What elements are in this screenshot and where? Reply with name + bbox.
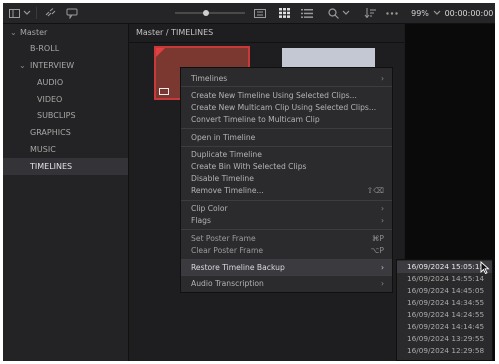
backup-item[interactable]: 16/09/2024 12:29:58 [397,345,492,357]
panel-dropdown-button[interactable] [22,6,32,20]
keyword-button[interactable] [65,6,79,20]
sort-icon [364,8,376,18]
more-options-button[interactable] [385,6,399,20]
bin-video[interactable]: VIDEO [37,92,62,108]
bin-graphics[interactable]: GRAPHICS [30,125,71,141]
panel-icon [8,8,20,18]
bin-list: ⌄ Master B-ROLL ⌄ INTERVIEW AUDIO VIDEO SU… [3,24,129,361]
ellipsis-icon [386,11,398,15]
menu-divider [181,275,392,276]
backup-item[interactable]: 16/09/2024 14:55:14 [397,273,492,285]
toolbar: 99% 00:00:00:00 [3,3,495,24]
chevron-right-icon: › [380,216,384,225]
bin-timelines[interactable]: TIMELINES [30,159,72,175]
chevron-right-icon: › [380,74,384,83]
list-view-button[interactable] [300,6,314,20]
menu-divider [181,146,392,147]
bin-audio[interactable]: AUDIO [37,75,63,91]
menu-divider [181,229,392,230]
backup-item[interactable]: 16/09/2024 14:24:55 [397,309,492,321]
menu-divider [181,128,392,129]
bin-subclips[interactable]: SUBCLIPS [37,108,76,124]
backup-item[interactable]: 16/09/2024 14:45:05 [397,285,492,297]
menu-item-audio-transcription[interactable]: Audio Transcription › [181,277,392,290]
chevron-down-icon [433,10,441,15]
bin-b-roll[interactable]: B-ROLL [30,41,59,57]
chevron-right-icon: › [380,263,384,272]
backup-item[interactable]: 16/09/2024 13:29:55 [397,333,492,345]
slider-handle[interactable] [203,10,209,16]
bin-interview[interactable]: ⌄ INTERVIEW [19,58,74,74]
toolbar-divider [36,7,37,19]
thumbnail-view-button[interactable] [277,6,291,20]
zoom-level[interactable]: 99% [410,6,430,20]
chevron-down-icon [342,10,350,15]
thumbnail-size-slider[interactable] [175,10,245,16]
breadcrumb: Master / TIMELINES [136,28,214,37]
backup-submenu: 16/09/2024 15:05:15 16/09/2024 14:55:14 … [396,259,493,361]
context-menu: Timelines › Create New Timeline Using Se… [180,67,393,293]
speech-bubble-icon [66,8,78,19]
menu-item-clear-poster-frame[interactable]: Clear Poster Frame ⌥P [181,244,392,257]
breadcrumb-bar: Master / TIMELINES [129,24,404,43]
search-button[interactable] [327,6,339,20]
metadata-icon [254,8,266,18]
menu-divider [181,200,392,201]
chevron-down-icon: ⌄ [10,28,17,37]
timeline-icon [159,88,169,95]
search-icon [327,7,339,19]
bin-music[interactable]: MUSIC [30,142,56,158]
grid-icon [278,8,290,18]
backup-item[interactable]: 16/09/2024 14:34:55 [397,297,492,309]
link-icon [45,8,56,17]
mouse-pointer-icon [480,261,490,274]
shortcut-label: ⇧⌫ [366,186,384,195]
zoom-dropdown-button[interactable] [432,6,442,20]
shortcut-label: ⌥P [370,246,384,255]
bin-master[interactable]: ⌄ Master [10,25,47,41]
menu-item-flags[interactable]: Flags › [181,214,392,227]
menu-item-remove-timeline[interactable]: Remove Timeline... ⇧⌫ [181,184,392,197]
panel-toggle-button[interactable] [8,6,20,20]
chevron-down-icon [23,10,31,15]
chevron-down-icon: ⌄ [19,61,26,70]
list-icon [301,8,313,18]
search-dropdown-button[interactable] [341,6,351,20]
menu-item-restore-timeline-backup[interactable]: Restore Timeline Backup › [181,260,392,275]
menu-divider [181,86,392,87]
menu-item-convert-multicam[interactable]: Convert Timeline to Multicam Clip [181,113,392,126]
backup-item[interactable]: 16/09/2024 15:05:15 [397,261,492,273]
flag-icon [156,48,165,57]
timecode: 00:00:00:00 [444,8,494,18]
chevron-right-icon: › [380,279,384,288]
backup-item[interactable]: 16/09/2024 14:14:45 [397,321,492,333]
menu-item-timelines[interactable]: Timelines › [181,72,392,85]
link-button[interactable] [43,6,57,20]
metadata-view-button[interactable] [253,6,267,20]
sort-button[interactable] [363,6,377,20]
menu-item-open-in-timeline[interactable]: Open in Timeline [181,131,392,144]
